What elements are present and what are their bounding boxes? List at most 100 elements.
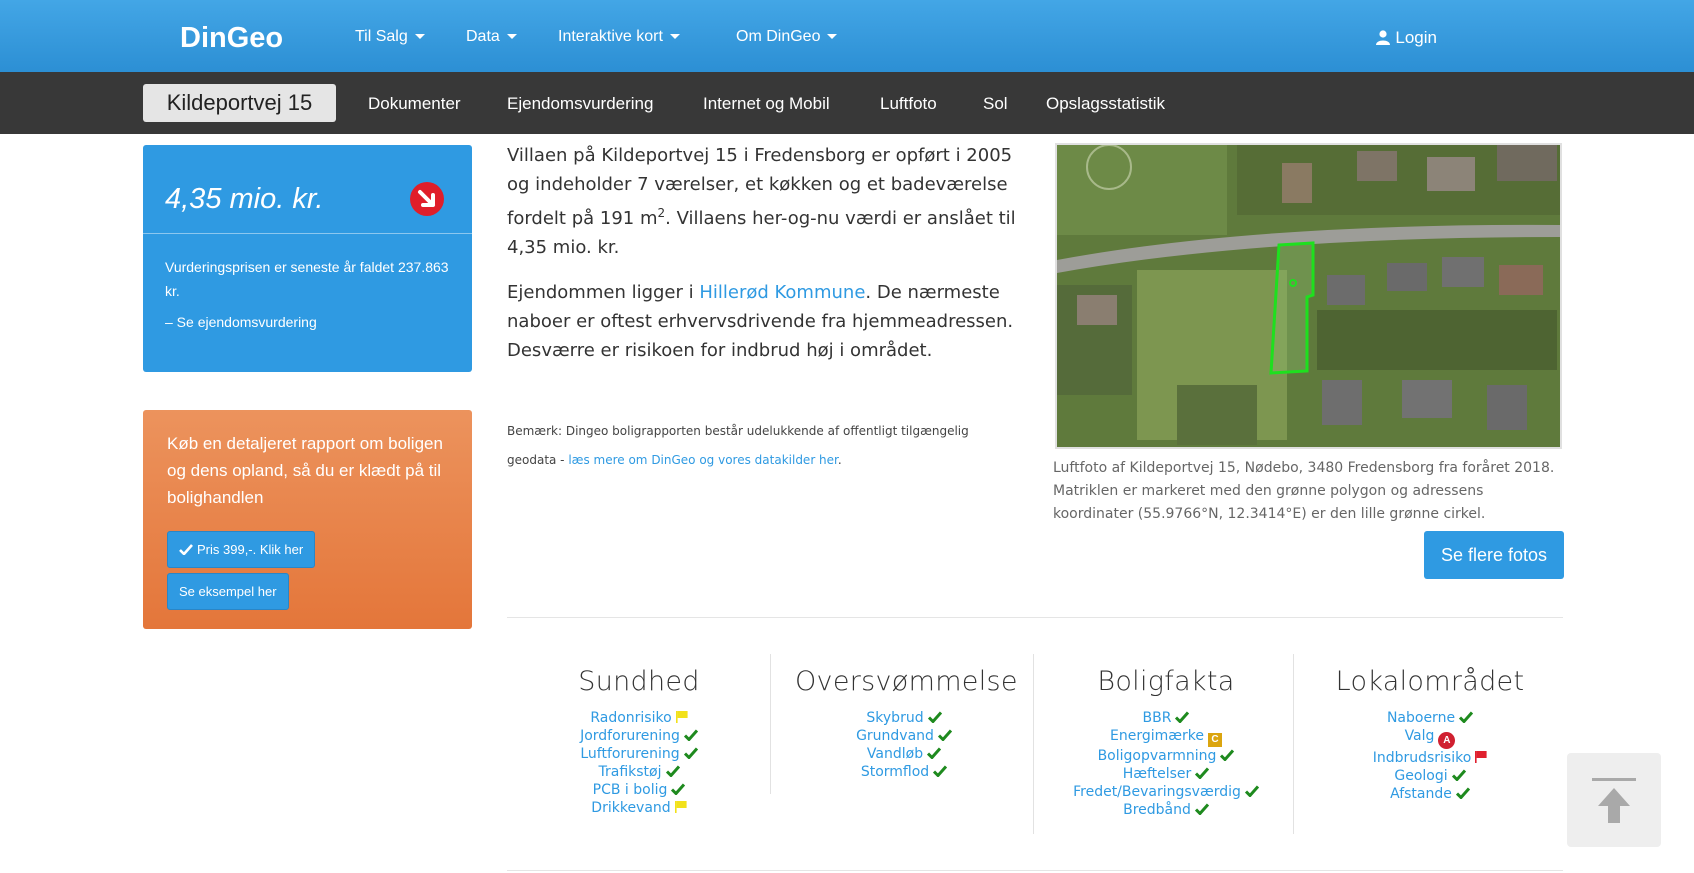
login-link[interactable]: Login bbox=[1376, 28, 1437, 48]
category-item-link[interactable]: Drikkevand bbox=[530, 799, 748, 817]
category-item-link[interactable]: Indbrudsrisiko bbox=[1321, 749, 1539, 767]
category-item-link[interactable]: Valg A bbox=[1321, 727, 1539, 749]
category-item-link[interactable]: Boligopvarmning bbox=[1057, 747, 1275, 765]
data-source-note: Bemærk: Dingeo boligrapporten består ude… bbox=[507, 424, 969, 467]
category-lokalomradet: Lokalområdet Naboerne Valg A Indbrudsrisiko… bbox=[1321, 666, 1539, 803]
category-title: Boligfakta bbox=[1097, 666, 1235, 697]
check-icon bbox=[933, 765, 948, 777]
category-item-link[interactable]: Hæftelser bbox=[1057, 765, 1275, 783]
category-item-link[interactable]: Trafikstøj bbox=[530, 763, 748, 781]
menu-til-salg[interactable]: Til Salg bbox=[355, 28, 425, 46]
category-items: Skybrud Grundvand Vandløb Stormflod bbox=[795, 709, 1013, 781]
category-item-label: Vandløb bbox=[866, 746, 924, 762]
property-subnav: Kildeportvej 15 Dokumenter Ejendomsvurde… bbox=[0, 72, 1694, 134]
category-item-link[interactable]: Bredbånd bbox=[1057, 801, 1275, 819]
category-item-label: Valg bbox=[1404, 728, 1435, 744]
subnav-dokumenter[interactable]: Dokumenter bbox=[368, 94, 461, 114]
subnav-internet-og-mobil[interactable]: Internet og Mobil bbox=[703, 94, 830, 114]
category-oversvommelse: Oversvømmelse Skybrud Grundvand Vandløb Sto… bbox=[795, 666, 1018, 781]
check-icon bbox=[927, 747, 942, 759]
caret-down-icon bbox=[827, 34, 838, 40]
address-tab[interactable]: Kildeportvej 15 bbox=[143, 84, 336, 122]
check-icon bbox=[1175, 711, 1190, 723]
category-item-link[interactable]: PCB i bolig bbox=[530, 781, 748, 799]
category-item-link[interactable]: Grundvand bbox=[795, 727, 1013, 745]
intro-paragraph-2: Ejendommen ligger i Hillerød Kommune. De… bbox=[507, 282, 1014, 361]
more-photos-button[interactable]: Se flere fotos bbox=[1424, 531, 1564, 579]
check-icon bbox=[1195, 767, 1210, 779]
top-navbar: DinGeo Til Salg Data Interaktive kort Om… bbox=[0, 0, 1694, 72]
category-item-label: Stormflod bbox=[860, 764, 930, 780]
see-example-button[interactable]: Se eksempel her bbox=[167, 573, 289, 610]
valuation-box: 4,35 mio. kr. Vurderingsprisen er senest… bbox=[143, 145, 472, 372]
photo-caption: Luftfoto af Kildeportvej 15, Nødebo, 348… bbox=[1053, 460, 1555, 522]
check-icon bbox=[683, 729, 698, 741]
category-title: Oversvømmelse bbox=[795, 666, 1018, 697]
aerial-photo[interactable] bbox=[1055, 143, 1562, 449]
subnav-luftfoto[interactable]: Luftfoto bbox=[880, 94, 937, 114]
check-icon bbox=[683, 747, 698, 759]
category-item-link[interactable]: Luftforurening bbox=[530, 745, 748, 763]
category-item-label: PCB i bolig bbox=[592, 782, 668, 798]
municipality-link[interactable]: Hillerød Kommune bbox=[699, 282, 865, 303]
flag-icon bbox=[1475, 751, 1487, 763]
see-valuation-link[interactable]: – Se ejendomsvurdering bbox=[165, 314, 317, 330]
check-icon bbox=[1194, 803, 1209, 815]
category-items: Radonrisiko Jordforurening Luftforurening T… bbox=[530, 709, 748, 817]
subnav-opslagsstatistik[interactable]: Opslagsstatistik bbox=[1046, 94, 1165, 114]
category-boligfakta: Boligfakta BBR Energimærke C Boligopvarmnin… bbox=[1057, 666, 1275, 819]
valuation-price: 4,35 mio. kr. bbox=[165, 183, 324, 215]
menu-om-dingeo[interactable]: Om DinGeo bbox=[736, 28, 838, 46]
back-to-top-button[interactable] bbox=[1567, 753, 1661, 847]
section-divider bbox=[507, 870, 1563, 871]
buy-report-button[interactable]: Pris 399,-. Klik her bbox=[167, 531, 316, 568]
subnav-ejendomsvurdering[interactable]: Ejendomsvurdering bbox=[507, 94, 653, 114]
divider bbox=[143, 233, 472, 234]
category-item-link[interactable]: Jordforurening bbox=[530, 727, 748, 745]
category-item-link[interactable]: Skybrud bbox=[795, 709, 1013, 727]
report-promo-text: Køb en detaljeret rapport om boligen og … bbox=[167, 434, 443, 507]
category-item-link[interactable]: Radonrisiko bbox=[530, 709, 748, 727]
category-item-label: Fredet/Bevaringsværdig bbox=[1073, 784, 1241, 800]
check-icon bbox=[927, 711, 942, 723]
data-sources-link[interactable]: læs mere om DinGeo og vores datakilder h… bbox=[568, 453, 838, 467]
energy-label-c-badge: C bbox=[1207, 733, 1222, 747]
check-icon bbox=[1459, 711, 1474, 723]
category-item-link[interactable]: Afstande bbox=[1321, 785, 1539, 803]
category-item-label: Trafikstøj bbox=[598, 764, 662, 780]
category-title: Sundhed bbox=[578, 666, 700, 697]
brand-logo[interactable]: DinGeo bbox=[180, 22, 283, 55]
check-icon bbox=[671, 783, 686, 795]
category-item-label: Radonrisiko bbox=[590, 710, 672, 726]
category-item-link[interactable]: Stormflod bbox=[795, 763, 1013, 781]
category-item-label: Afstande bbox=[1390, 786, 1452, 802]
section-divider bbox=[507, 617, 1563, 618]
category-item-label: Boligopvarmning bbox=[1097, 748, 1217, 764]
category-item-label: Bredbånd bbox=[1123, 802, 1191, 818]
category-item-link[interactable]: Fredet/Bevaringsværdig bbox=[1057, 783, 1275, 801]
category-item-label: Hæftelser bbox=[1122, 766, 1192, 782]
flag-icon bbox=[675, 711, 688, 723]
category-item-link[interactable]: Energimærke C bbox=[1057, 727, 1275, 747]
category-item-label: Drikkevand bbox=[591, 800, 671, 816]
check-icon bbox=[1244, 785, 1259, 797]
intro-paragraph-1: Villaen på Kildeportvej 15 i Fredensborg… bbox=[507, 145, 1016, 258]
menu-data[interactable]: Data bbox=[466, 28, 517, 46]
subnav-sol[interactable]: Sol bbox=[983, 94, 1008, 114]
flag-icon bbox=[674, 801, 687, 813]
category-item-link[interactable]: Geologi bbox=[1321, 767, 1539, 785]
menu-interaktive-kort[interactable]: Interaktive kort bbox=[558, 28, 680, 46]
check-icon bbox=[937, 729, 952, 741]
column-divider bbox=[1033, 654, 1034, 834]
category-item-link[interactable]: Vandløb bbox=[795, 745, 1013, 763]
category-item-label: Skybrud bbox=[866, 710, 924, 726]
check-icon bbox=[1451, 769, 1466, 781]
category-item-link[interactable]: Naboerne bbox=[1321, 709, 1539, 727]
valuation-description: Vurderingsprisen er seneste år faldet 23… bbox=[165, 259, 449, 299]
check-icon bbox=[1220, 749, 1235, 761]
arrow-up-icon bbox=[1592, 778, 1636, 823]
category-item-link[interactable]: BBR bbox=[1057, 709, 1275, 727]
column-divider bbox=[1293, 654, 1294, 834]
report-promo-box: Køb en detaljeret rapport om boligen og … bbox=[143, 410, 472, 629]
arrow-down-right-icon bbox=[410, 182, 444, 216]
